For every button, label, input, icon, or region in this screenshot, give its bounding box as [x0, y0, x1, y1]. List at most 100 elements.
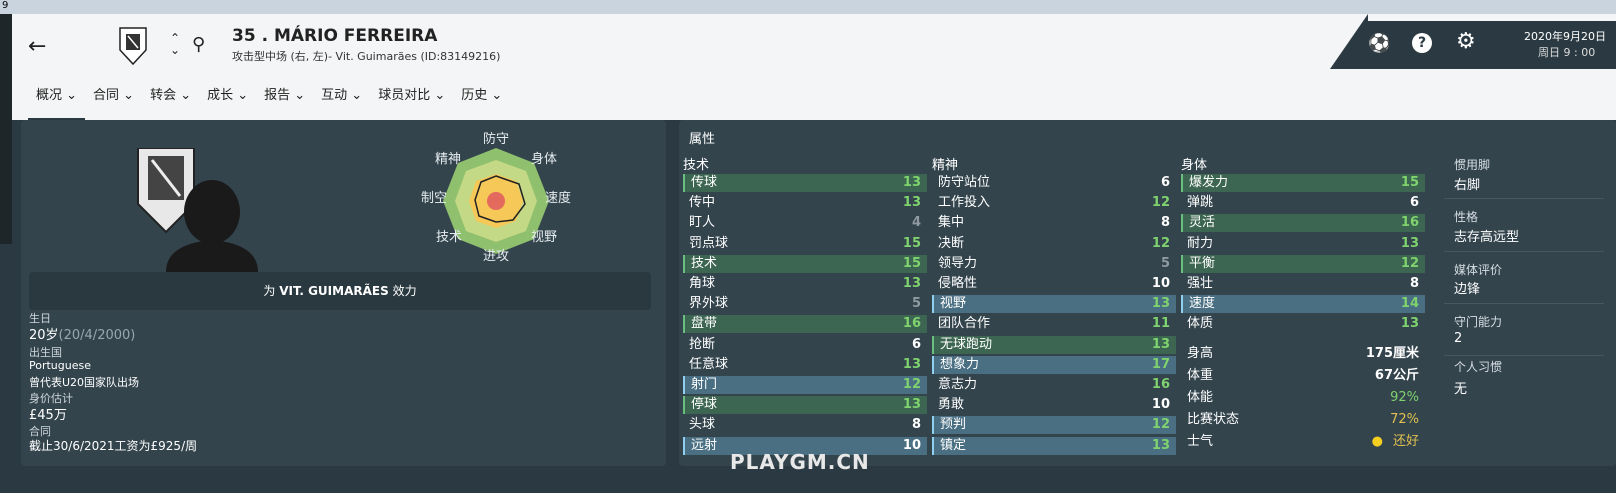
attribute-name: 传中	[689, 195, 716, 211]
attribute-row[interactable]: 体质 13	[1181, 315, 1425, 333]
tab-5[interactable]: 互动 ⌄	[313, 82, 370, 118]
attribute-name: 传球	[691, 175, 718, 190]
attribute-name: 抢断	[689, 336, 716, 352]
attribute-name: 灵活	[1189, 215, 1216, 231]
attribute-name: 盘带	[691, 316, 718, 332]
gk-value: 2	[1454, 331, 1463, 346]
gk-label: 守门能力	[1454, 315, 1503, 329]
attribute-row[interactable]: 勇敢 10	[932, 396, 1176, 414]
attribute-row[interactable]: 盘带 16	[683, 315, 927, 334]
attribute-row[interactable]: 侵略性 10	[932, 275, 1176, 293]
morale-icon: ●	[1371, 434, 1383, 449]
attribute-value: 12	[1400, 255, 1419, 271]
attribute-row[interactable]: 盯人 4	[683, 214, 927, 232]
attribute-value: 13	[1151, 296, 1170, 312]
attribute-row[interactable]: 镇定 13	[932, 436, 1176, 455]
tab-0[interactable]: 概况 ⌄	[28, 82, 86, 121]
gear-icon[interactable]: ⚙	[1456, 29, 1476, 54]
tab-4[interactable]: 报告 ⌄	[256, 82, 313, 118]
attribute-value: 10	[1151, 397, 1170, 413]
extra-row: 体重 67公斤	[1181, 367, 1425, 385]
tab-6[interactable]: 球员对比 ⌄	[370, 82, 453, 118]
attribute-value: 5	[911, 296, 921, 312]
extra-name: 体重	[1187, 368, 1214, 383]
attribute-row[interactable]: 预判 12	[932, 416, 1176, 435]
attribute-name: 勇敢	[938, 397, 965, 413]
radar-label-physical: 身体	[531, 152, 558, 167]
attribute-row[interactable]: 集中 8	[932, 214, 1176, 232]
attribute-value: 15	[1400, 175, 1419, 190]
attribute-row[interactable]: 防守站位 6	[932, 174, 1176, 192]
attribute-value: 12	[1151, 417, 1170, 433]
attribute-row[interactable]: 技术 15	[683, 254, 927, 273]
attribute-name: 强壮	[1187, 276, 1214, 291]
football-icon[interactable]: ⚽	[1368, 33, 1390, 54]
attribute-row[interactable]: 抢断 6	[683, 336, 927, 354]
attribute-row[interactable]: 角球 13	[683, 275, 927, 293]
player-silhouette-image	[137, 148, 258, 272]
attributes-panel: 属性 技术 精神 身体 惯用脚 右脚 性格 志存高远型 媒体评价 边锋 守门能力…	[679, 120, 1616, 466]
attribute-name: 速度	[1189, 296, 1216, 312]
attribute-value: 12	[902, 377, 921, 392]
attribute-name: 决断	[938, 235, 965, 251]
extra-name: 体能	[1187, 390, 1214, 405]
attribute-row[interactable]: 停球 13	[683, 396, 927, 415]
personality-label: 性格	[1454, 210, 1479, 224]
attribute-row[interactable]: 射门 12	[683, 376, 927, 394]
attribute-row[interactable]: 任意球 13	[683, 356, 927, 374]
attribute-row[interactable]: 速度 14	[1181, 295, 1425, 314]
side-divider	[1444, 355, 1604, 356]
attribute-name: 想象力	[940, 356, 980, 372]
help-icon[interactable]: ?	[1412, 33, 1432, 53]
attribute-row[interactable]: 传中 13	[683, 194, 927, 212]
extra-row: 身高 175厘米	[1181, 345, 1425, 363]
extra-name: 比赛状态	[1187, 412, 1240, 427]
back-arrow-icon[interactable]: ←	[28, 34, 46, 59]
date-label: 2020年9月20日	[1524, 30, 1606, 43]
time-label: 周日 9 : 00	[1538, 46, 1596, 59]
tab-3[interactable]: 成长 ⌄	[199, 82, 256, 118]
radar-label-mental: 精神	[435, 152, 462, 167]
attribute-row[interactable]: 无球跑动 13	[932, 335, 1176, 354]
attribute-row[interactable]: 耐力 13	[1181, 235, 1425, 253]
tab-7[interactable]: 历史 ⌄	[453, 82, 510, 118]
attribute-name: 集中	[938, 215, 965, 231]
extra-value: 67公斤	[1374, 368, 1419, 383]
attribute-value: 8	[1160, 215, 1170, 231]
attribute-row[interactable]: 界外球 5	[683, 295, 927, 313]
attribute-row[interactable]: 团队合作 11	[932, 315, 1176, 333]
attribute-row[interactable]: 意志力 16	[932, 376, 1176, 394]
attribute-row[interactable]: 传球 13	[683, 174, 927, 192]
attribute-row[interactable]: 领导力 5	[932, 255, 1176, 273]
attribute-row[interactable]: 头球 8	[683, 416, 927, 434]
attribute-row[interactable]: 罚点球 15	[683, 235, 927, 253]
caps-value: 曾代表U20国家队出场	[29, 376, 140, 389]
attribute-row[interactable]: 工作投入 12	[932, 194, 1176, 212]
attribute-name: 头球	[689, 417, 716, 433]
attribute-row[interactable]: 强壮 8	[1181, 275, 1425, 293]
attribute-row[interactable]: 爆发力 15	[1181, 174, 1425, 192]
prev-next-player-icon[interactable]: ⌃ ⌄	[170, 32, 180, 56]
search-icon[interactable]: ⚲	[192, 34, 205, 55]
habits-value: 无	[1454, 382, 1468, 397]
attribute-row[interactable]: 视野 13	[932, 295, 1176, 314]
attribute-row[interactable]: 灵活 16	[1181, 214, 1425, 233]
tab-2[interactable]: 转会 ⌄	[142, 82, 199, 118]
attribute-name: 视野	[940, 296, 967, 312]
attribute-name: 耐力	[1187, 235, 1214, 251]
attribute-value: 15	[902, 235, 921, 251]
attribute-value: 10	[1151, 276, 1170, 291]
attribute-value: 6	[1409, 195, 1419, 211]
attribute-name: 镇定	[940, 437, 967, 453]
watermark: PLAYGM.CN	[730, 450, 870, 474]
attribute-row[interactable]: 想象力 17	[932, 355, 1176, 374]
attribute-row[interactable]: 平衡 12	[1181, 254, 1425, 273]
attribute-value: 13	[1151, 437, 1170, 453]
extra-value: 175厘米	[1365, 346, 1419, 361]
plays-for-banner[interactable]: 为 VIT. GUIMARÃES 效力	[29, 272, 651, 310]
attribute-row[interactable]: 弹跳 6	[1181, 194, 1425, 212]
tab-1[interactable]: 合同 ⌄	[85, 82, 142, 118]
attribute-value: 6	[911, 336, 921, 352]
attribute-value: 4	[911, 215, 921, 231]
attribute-row[interactable]: 决断 12	[932, 235, 1176, 253]
